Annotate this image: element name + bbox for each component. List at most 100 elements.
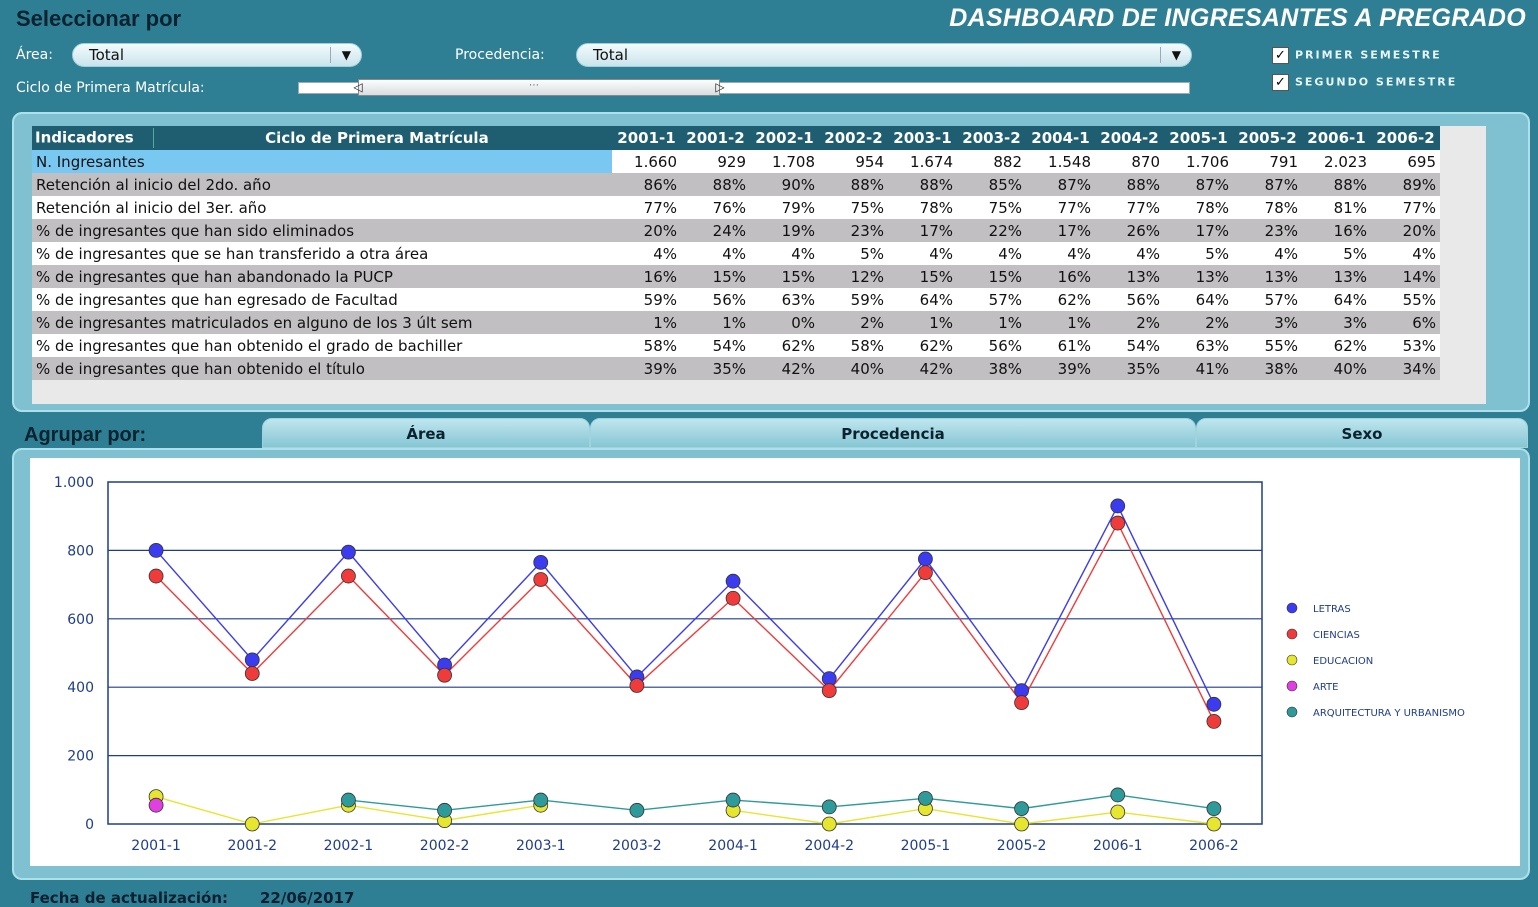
table-row[interactable]: % de ingresantes que han egresado de Fac… [32,288,1440,311]
table-cell: 78% [1233,196,1302,219]
table-cell: 59% [612,288,681,311]
table-cell: 90% [750,173,819,196]
check-primer-semestre[interactable]: ✓ PRIMER SEMESTRE [1272,47,1442,64]
row-label: % de ingresantes que han sido eliminados [32,219,612,242]
table-cell: 1.674 [888,150,957,173]
table-cell: 57% [957,288,1026,311]
table-cell: 15% [750,265,819,288]
slider-right-handle[interactable]: ▷ [714,78,726,97]
table-row[interactable]: % de ingresantes que han sido eliminados… [32,219,1440,242]
dashboard-title: DASHBOARD DE INGRESANTES A PREGRADO [949,4,1526,32]
x-tick-label: 2004-2 [804,838,854,854]
x-tick-label: 2004-1 [708,838,758,854]
table-cell: 0% [750,311,819,334]
table-cell: 23% [1233,219,1302,242]
x-tick-label: 2005-2 [997,838,1047,854]
tab-procedencia[interactable]: Procedencia [590,418,1196,448]
tab-area[interactable]: Área [262,418,590,448]
table-row[interactable]: % de ingresantes que han obtenido el tít… [32,357,1440,380]
data-point [244,652,260,668]
header-indicators-text: Indicadores [35,128,134,147]
table-cell: 78% [888,196,957,219]
table-cell: 77% [612,196,681,219]
table-cell: 56% [957,334,1026,357]
table-cell: 89% [1371,173,1440,196]
table-cell: 54% [681,334,750,357]
line-chart: 0 200 400 600 800 1.000 2001-1 2001-2 2002-1 2002… [54,475,1465,854]
checkbox-checked-icon[interactable]: ✓ [1272,74,1289,91]
data-point [725,573,741,589]
data-point [1014,816,1029,832]
table-row[interactable]: N. Ingresantes 1.660 929 1.708 954 1.674 882 1.… [32,150,1440,173]
check-segundo-semestre[interactable]: ✓ SEGUNDO SEMESTRE [1272,74,1457,91]
table-cell: 78% [1164,196,1233,219]
data-point [1206,713,1222,729]
table-cell: 40% [819,357,888,380]
table-cell: 17% [888,219,957,242]
x-tick-label: 2003-2 [612,838,662,854]
table-cell: 77% [1371,196,1440,219]
legend-marker [1286,654,1298,666]
table-col-header: 2006-2 [1371,126,1440,150]
table-row[interactable]: Retención al inicio del 3er. año 77% 76% 79… [32,196,1440,219]
legend-label: EDUCACION [1313,656,1373,667]
checkbox-checked-icon[interactable]: ✓ [1272,47,1289,64]
table-cell: 76% [681,196,750,219]
table-cell: 77% [1026,196,1095,219]
legend-label: LETRAS [1313,604,1351,615]
data-point [341,544,356,560]
table-cell: 16% [1302,219,1371,242]
table-cell: 1% [957,311,1026,334]
data-point [821,683,837,699]
table-cell: 86% [612,173,681,196]
data-point [437,802,452,818]
x-tick-label: 2006-2 [1189,838,1239,854]
data-point [1206,696,1222,712]
data-point [918,790,933,806]
indicators-table: Indicadores Ciclo de Primera Matrícula 2… [32,126,1440,380]
table-row[interactable]: % de ingresantes que han obtenido el gra… [32,334,1440,357]
table-cell: 15% [681,265,750,288]
table-cell: 58% [612,334,681,357]
x-tick-label: 2001-2 [227,838,277,854]
ciclo-slider-range[interactable]: ⋯ [358,79,720,96]
tab-sexo[interactable]: Sexo [1196,418,1528,448]
procedencia-dropdown[interactable]: Total ▼ [576,43,1192,67]
table-row[interactable]: % de ingresantes que han abandonado la P… [32,265,1440,288]
table-cell: 87% [1026,173,1095,196]
legend-label: ARQUITECTURA Y URBANISMO [1313,708,1465,719]
x-tick-label: 2006-1 [1093,838,1143,854]
table-cell: 77% [1095,196,1164,219]
series-line [155,504,1215,705]
table-row[interactable]: Retención al inicio del 2do. año 86% 88% 90… [32,173,1440,196]
data-point [1206,816,1222,832]
table-cell: 695 [1371,150,1440,173]
area-dropdown[interactable]: Total ▼ [72,43,362,67]
update-date: 22/06/2017 [260,889,355,907]
area-dropdown-value: Total [89,46,125,64]
table-col-header: 2004-1 [1026,126,1095,150]
slider-left-handle[interactable]: ◁ [352,78,364,97]
plot-frame [107,481,1263,825]
table-cell: 64% [1302,288,1371,311]
y-tick-label: 400 [67,680,94,696]
table-cell: 20% [1371,219,1440,242]
table-row[interactable]: % de ingresantes que se han transferido … [32,242,1440,265]
table-col-header: 2006-1 [1302,126,1371,150]
data-point [533,572,549,587]
data-point [821,799,837,815]
table-col-header: 2005-1 [1164,126,1233,150]
x-tick-label: 2002-2 [420,838,470,854]
series-line [155,795,1215,825]
data-point [341,568,356,584]
table-col-header: 2002-2 [819,126,888,150]
group-by-label: Agrupar por: [24,424,147,446]
table-cell: 13% [1233,265,1302,288]
legend-label: CIENCIAS [1313,630,1360,641]
table-cell: 53% [1371,334,1440,357]
table-row[interactable]: % de ingresantes matriculados en alguno … [32,311,1440,334]
table-cell: 4% [750,242,819,265]
x-tick-label: 2005-1 [901,838,951,854]
table-col-header: 2005-2 [1233,126,1302,150]
y-tick-label: 800 [67,543,94,559]
